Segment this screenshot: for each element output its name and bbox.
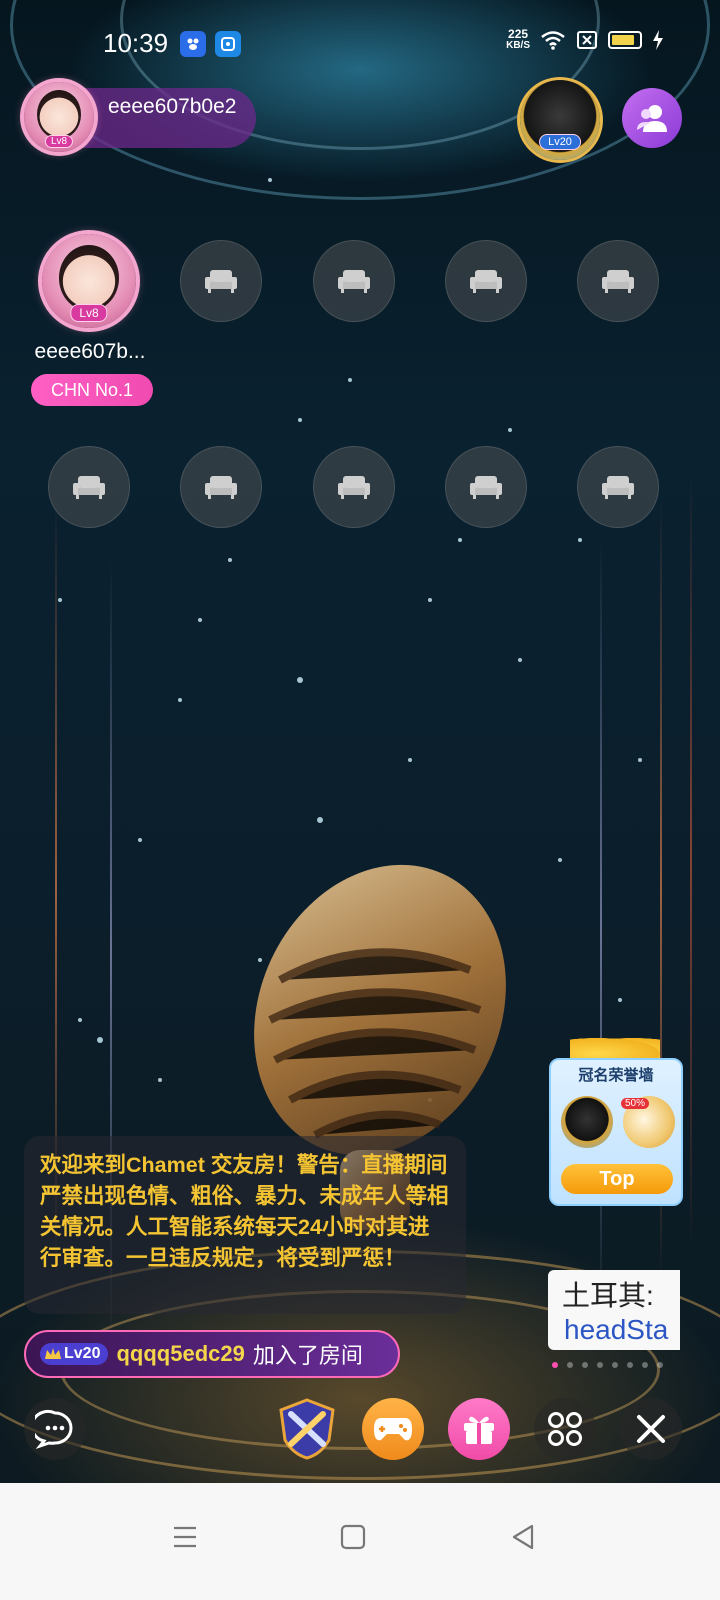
- close-button[interactable]: [620, 1398, 682, 1460]
- host-level-badge: Lv8: [44, 135, 74, 148]
- sofa-icon: [602, 476, 634, 499]
- sofa-icon: [205, 270, 237, 293]
- seat-host-avatar[interactable]: Lv8: [42, 234, 136, 328]
- empty-seat[interactable]: [313, 446, 395, 528]
- honor-top-button[interactable]: Top: [561, 1164, 673, 1194]
- gamepad-icon: [374, 1418, 412, 1441]
- empty-seat[interactable]: [313, 240, 395, 322]
- sofa-icon: [205, 476, 237, 499]
- news-ticker-card[interactable]: 土耳其: headSta: [548, 1270, 680, 1350]
- battle-icon: [279, 1398, 335, 1460]
- join-level: Lv20: [64, 1345, 101, 1362]
- carousel-dot[interactable]: [552, 1362, 558, 1368]
- chat-button[interactable]: [24, 1398, 86, 1460]
- charging-icon: [653, 30, 663, 50]
- gift-icon: [464, 1416, 494, 1444]
- news-line-1: 土耳其:: [562, 1280, 654, 1311]
- empty-seat[interactable]: [48, 446, 130, 528]
- join-action: 加入了房间: [252, 1343, 363, 1368]
- net-speed: 225 KB/S: [506, 28, 530, 52]
- honor-badge: 50%: [621, 1098, 650, 1109]
- sofa-icon: [470, 270, 502, 293]
- net-speed-value: 225: [508, 27, 529, 41]
- nav-menu-button[interactable]: [155, 1507, 215, 1567]
- home-icon: [340, 1524, 366, 1550]
- top-user-avatar[interactable]: Lv20: [520, 80, 600, 160]
- host-name[interactable]: eeee607b0e2: [108, 94, 248, 119]
- seat-host-name[interactable]: eeee607b...: [30, 340, 150, 364]
- seat-host-level-badge: Lv8: [70, 304, 108, 322]
- system-nav-bar: [0, 1483, 720, 1600]
- blue-app-icon: [215, 31, 241, 57]
- empty-seat[interactable]: [180, 240, 262, 322]
- no-sim-icon: [577, 31, 597, 49]
- carousel-dot[interactable]: [582, 1362, 588, 1368]
- more-apps-button[interactable]: [534, 1398, 596, 1460]
- medal-icon: [561, 1096, 613, 1148]
- empty-seat[interactable]: [180, 446, 262, 528]
- battle-button[interactable]: [276, 1398, 338, 1460]
- host-avatar[interactable]: Lv8: [24, 82, 94, 152]
- sofa-icon: [602, 270, 634, 293]
- carousel-dot[interactable]: [567, 1362, 573, 1368]
- honor-wall-card[interactable]: 冠名荣誉墙 50% Top: [549, 1058, 683, 1206]
- join-level-badge: Lv20: [40, 1343, 109, 1365]
- sofa-icon: [338, 270, 370, 293]
- seat-host-tag: CHN No.1: [31, 374, 153, 406]
- close-icon: [637, 1415, 665, 1443]
- back-icon: [512, 1524, 534, 1550]
- carousel-dot[interactable]: [657, 1362, 663, 1368]
- empty-seat[interactable]: [445, 446, 527, 528]
- empty-seat[interactable]: [577, 446, 659, 528]
- carousel-dot[interactable]: [642, 1362, 648, 1368]
- join-message: Lv20 qqqq5edc29 加入了房间: [24, 1330, 400, 1378]
- carousel-dot[interactable]: [612, 1362, 618, 1368]
- room-notice: 欢迎来到Chamet 交友房！警告：直播期间严禁出现色情、粗俗、暴力、未成年人等…: [24, 1136, 466, 1314]
- baidu-app-icon: [180, 31, 206, 57]
- empty-seat[interactable]: [445, 240, 527, 322]
- nav-back-button[interactable]: [493, 1507, 553, 1567]
- menu-icon: [174, 1526, 196, 1548]
- wifi-icon: [541, 31, 565, 50]
- host-avatar-photo: [36, 90, 82, 140]
- sofa-icon: [470, 476, 502, 499]
- status-time: 10:39: [103, 28, 169, 58]
- nav-home-button[interactable]: [323, 1507, 383, 1567]
- users-icon: [637, 105, 667, 132]
- online-users-button[interactable]: [622, 88, 682, 148]
- seat-host-avatar-photo: [58, 245, 120, 312]
- carousel-dot[interactable]: [627, 1362, 633, 1368]
- gift-button[interactable]: [448, 1398, 510, 1460]
- more-apps-icon: [548, 1412, 582, 1446]
- net-speed-unit: KB/S: [506, 40, 530, 51]
- join-username[interactable]: qqqq5edc29: [116, 1341, 244, 1367]
- carousel-dots: [552, 1362, 663, 1368]
- carousel-dot[interactable]: [597, 1362, 603, 1368]
- sofa-icon: [338, 476, 370, 499]
- sofa-icon: [73, 476, 105, 499]
- battery-icon: [608, 31, 642, 49]
- notice-text: 欢迎来到Chamet 交友房！警告：直播期间严禁出现色情、粗俗、暴力、未成年人等…: [40, 1153, 449, 1270]
- honor-wall-title: 冠名荣誉墙: [578, 1067, 654, 1084]
- news-line-2: headSta: [564, 1314, 669, 1345]
- empty-seat[interactable]: [577, 240, 659, 322]
- status-icons: 225 KB/S: [506, 28, 664, 52]
- chat-icon: [35, 1409, 73, 1449]
- game-button[interactable]: [362, 1398, 424, 1460]
- crown-icon: [45, 1348, 61, 1359]
- top-user-level-badge: Lv20: [539, 134, 581, 150]
